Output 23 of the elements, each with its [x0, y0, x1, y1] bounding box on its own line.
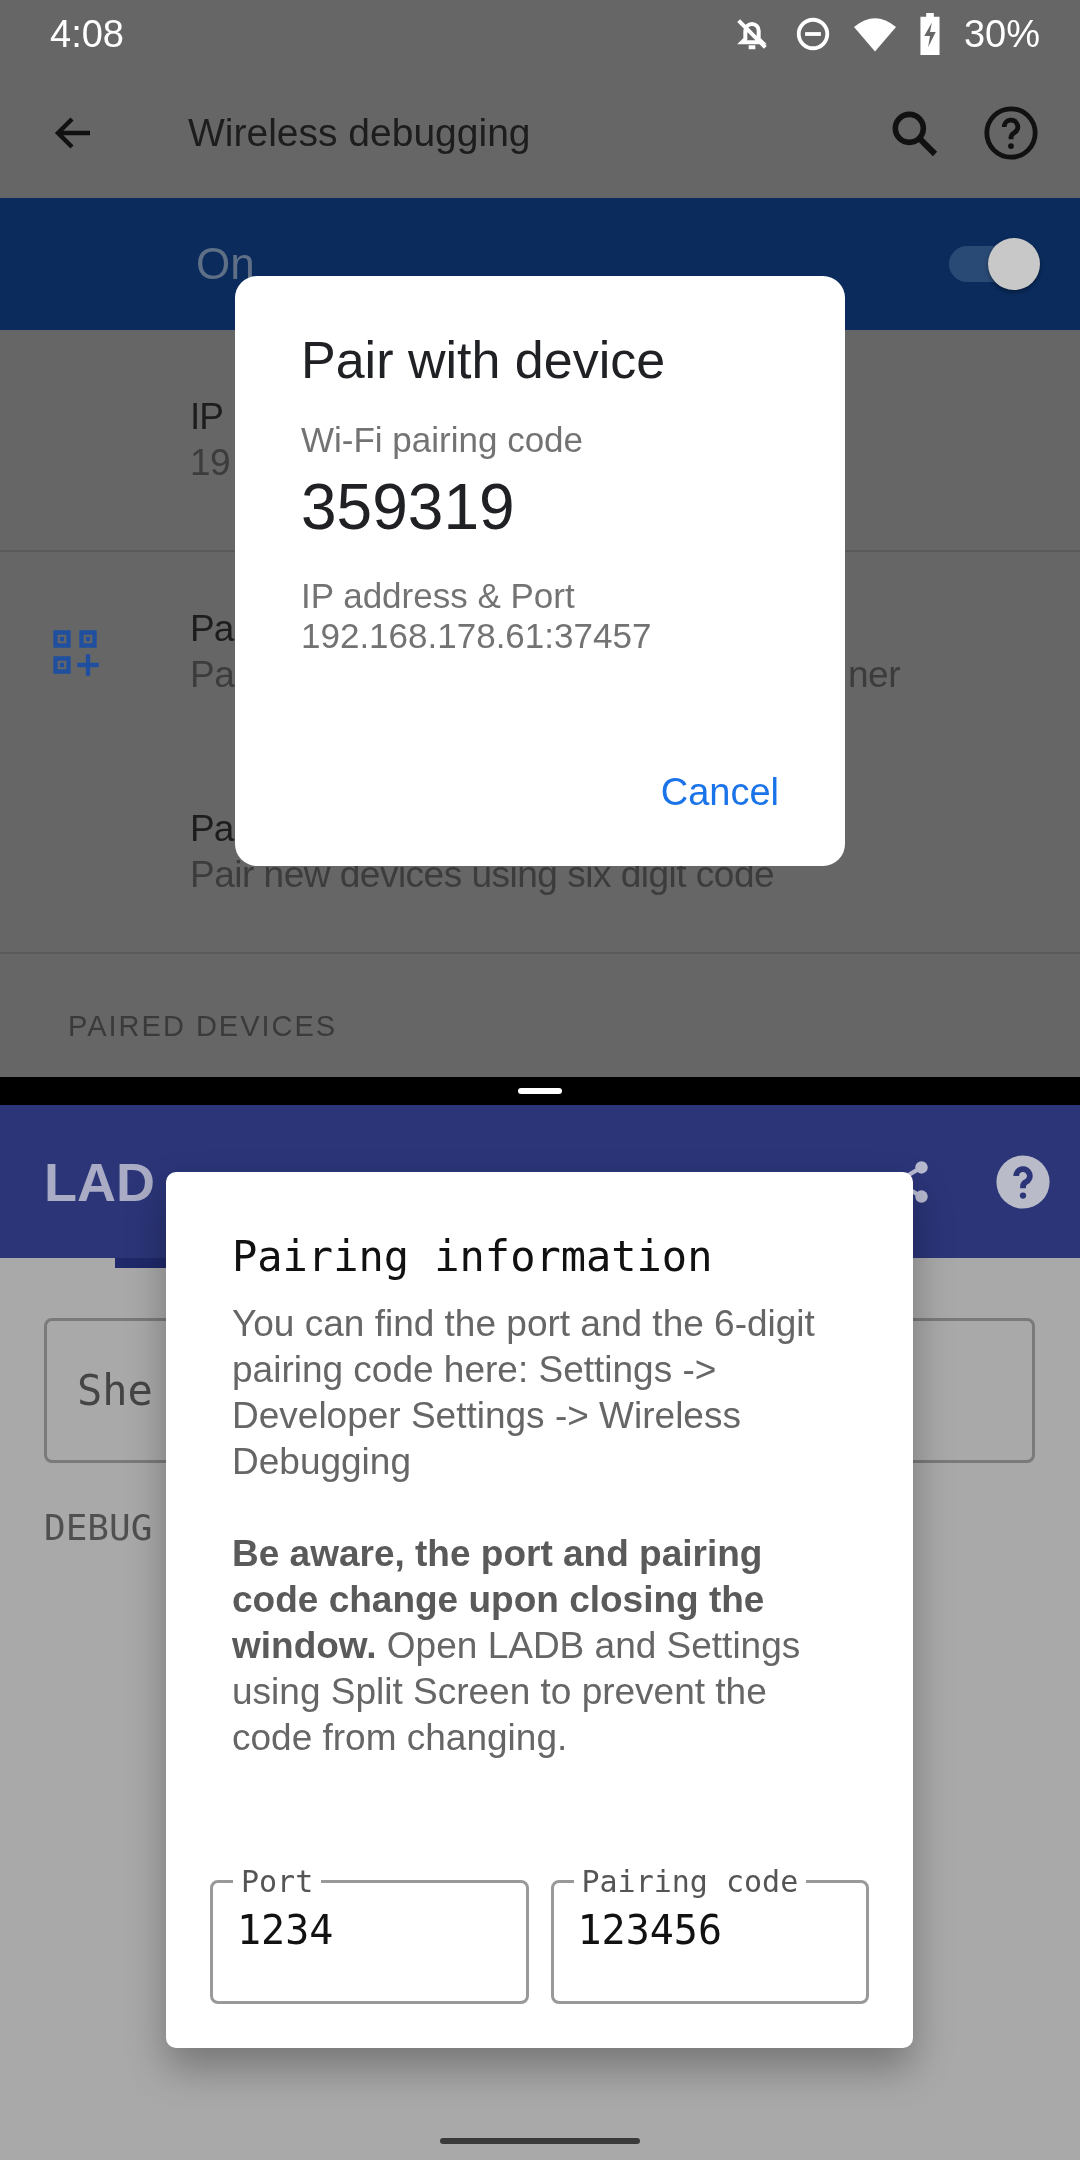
battery-percent: 30%	[963, 12, 1040, 56]
row-title: IP	[190, 396, 223, 438]
app-title: LAD	[44, 1150, 156, 1213]
battery-charging-icon	[917, 13, 942, 55]
cancel-button[interactable]: Cancel	[640, 759, 799, 826]
ip-address: 192.168.178.61:37457	[301, 616, 653, 656]
wifi-icon	[853, 15, 896, 53]
clock: 4:08	[50, 12, 125, 56]
address-label: IP address & Port	[301, 576, 576, 616]
dialog-title: Pairing information	[232, 1232, 714, 1281]
help-icon[interactable]	[994, 1152, 1052, 1211]
row-title: Pa	[190, 608, 234, 650]
pairing-code: 359319	[301, 470, 516, 544]
section-label: DEBUG	[44, 1507, 153, 1548]
dialog-message: Be aware, the port and pairing code change upon closing the window. Open LADB and Settings using Split Screen to prevent the code from changing.	[232, 1532, 802, 1760]
split-handle[interactable]	[518, 1088, 562, 1094]
code-label: Wi-Fi pairing code	[301, 420, 585, 460]
help-icon[interactable]	[982, 104, 1040, 162]
dialog-title: Pair with device	[301, 330, 667, 390]
dialog-message: You can find the port and the 6-digit pairing code here: Settings -> Developer Settings -> Wireless Debugging	[232, 1302, 816, 1484]
toggle-label: On	[196, 239, 256, 289]
row-title: Pa	[190, 808, 234, 850]
screen-title: Wireless debugging	[188, 111, 532, 155]
